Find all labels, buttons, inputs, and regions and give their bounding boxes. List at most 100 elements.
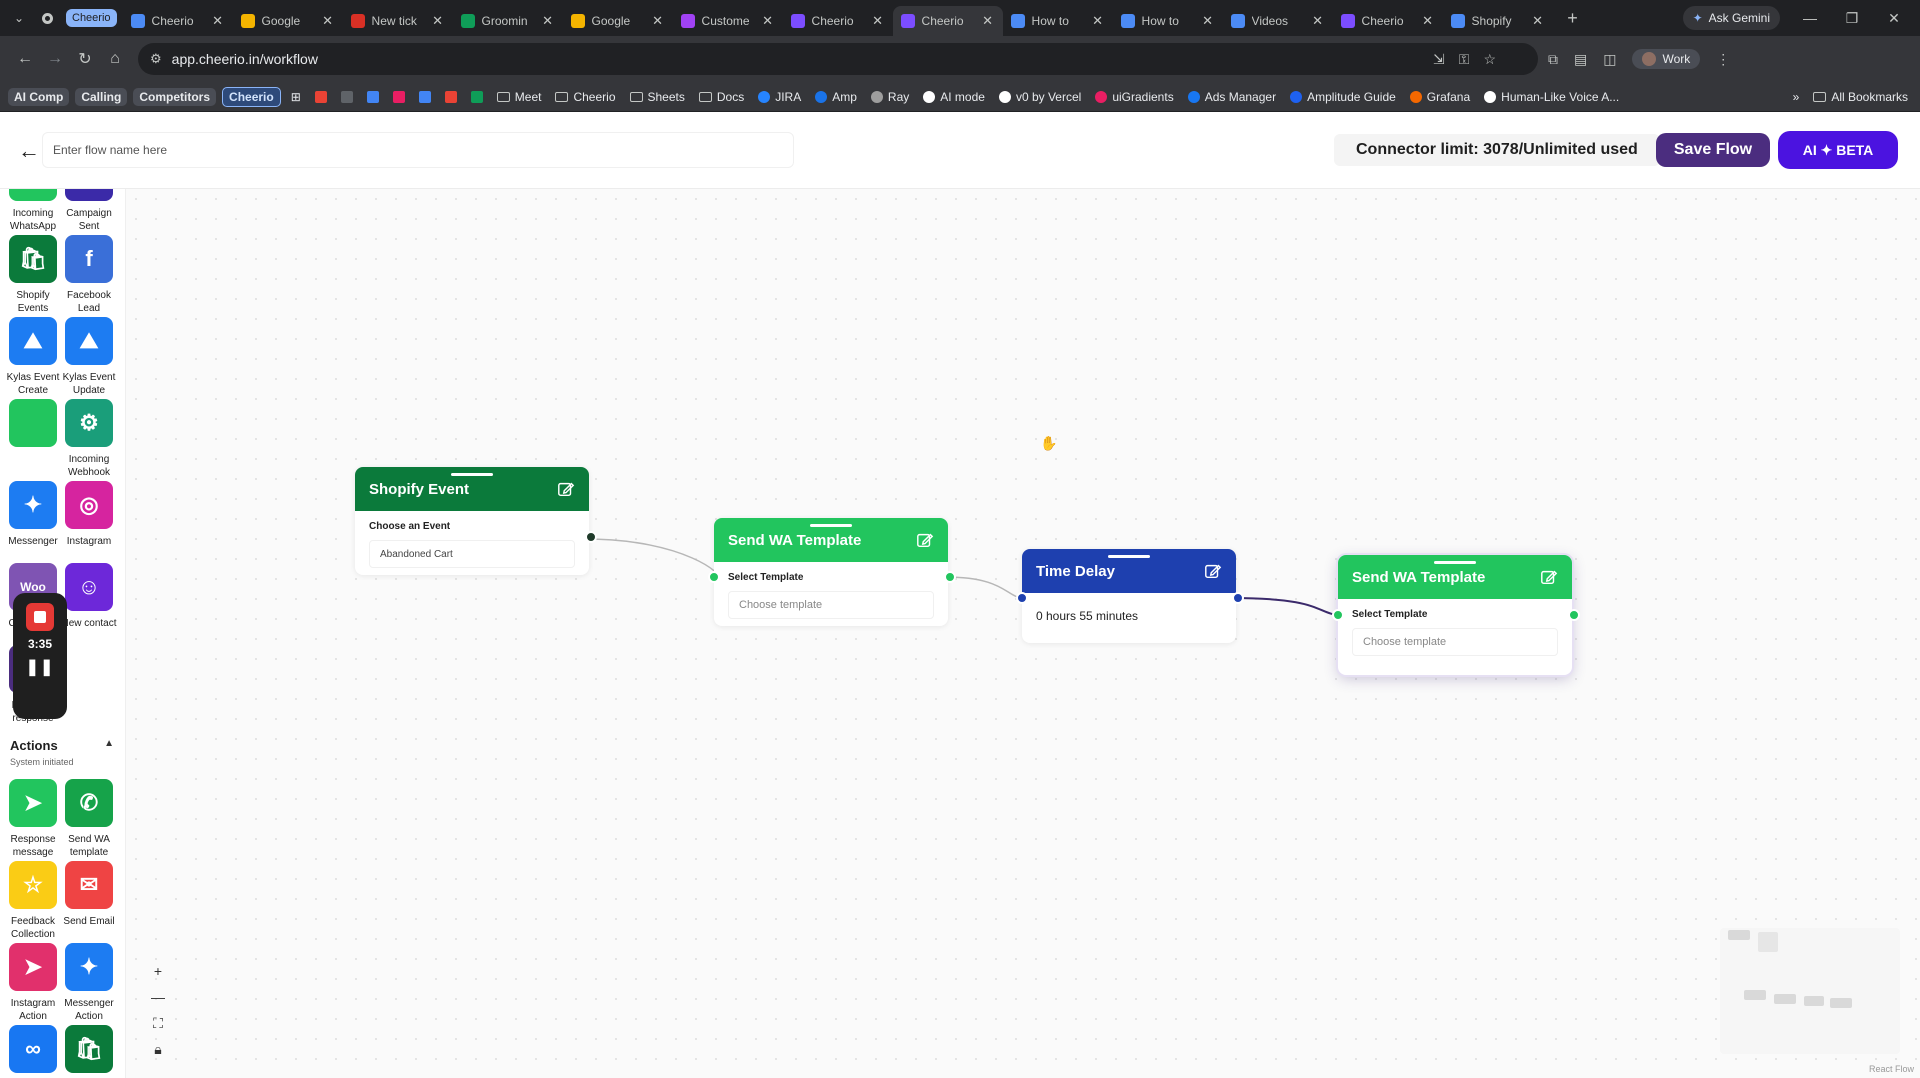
fit-view-icon[interactable]: ⛶ xyxy=(148,1014,168,1032)
react-flow-attribution[interactable]: React Flow xyxy=(1869,1064,1914,1074)
bookmark-link[interactable]: JIRA xyxy=(754,88,805,106)
flow-name-input[interactable]: Enter flow name here xyxy=(42,132,794,168)
bookmark-icon[interactable] xyxy=(337,89,357,105)
browser-tab[interactable]: Cheerio ✕ xyxy=(783,6,893,36)
restore-window-button[interactable]: ❐ xyxy=(1832,0,1872,36)
source-handle[interactable] xyxy=(1232,592,1244,604)
palette-tile[interactable]: ⚙ Incoming Webhook xyxy=(61,399,117,479)
close-tab-icon[interactable]: ✕ xyxy=(1421,13,1435,29)
browser-tab[interactable]: Custome ✕ xyxy=(673,6,783,36)
palette-tile[interactable]: ✉ Send Email xyxy=(61,861,117,928)
palette-tile[interactable]: ☆ Feedback Collection xyxy=(5,861,61,941)
palette-tile[interactable]: ✉ Campaign Sent xyxy=(61,189,117,233)
all-bookmarks-button[interactable]: All Bookmarks xyxy=(1809,88,1912,106)
event-select[interactable]: Abandoned Cart xyxy=(369,540,575,568)
bookmark-link[interactable]: v0 by Vercel xyxy=(995,88,1085,106)
drag-handle[interactable] xyxy=(451,473,493,476)
site-info-icon[interactable]: ⚙ xyxy=(150,51,162,67)
record-icon[interactable] xyxy=(36,7,58,29)
edit-icon[interactable] xyxy=(916,531,934,549)
ask-gemini-button[interactable]: ✦ Ask Gemini xyxy=(1682,6,1780,30)
template-select[interactable]: Choose template xyxy=(728,591,934,619)
palette-tile[interactable]: ✆ Send WA template xyxy=(61,779,117,859)
browser-tab[interactable]: Cheerio ✕ xyxy=(892,6,1003,36)
drag-handle[interactable] xyxy=(1108,555,1150,558)
close-tab-icon[interactable]: ✕ xyxy=(211,13,225,29)
edit-icon[interactable] xyxy=(1204,562,1222,580)
browser-tab[interactable]: How to ✕ xyxy=(1113,6,1223,36)
zoom-in-button[interactable]: + xyxy=(148,962,168,980)
source-handle[interactable] xyxy=(944,571,956,583)
stop-recording-button[interactable] xyxy=(26,603,54,631)
close-tab-icon[interactable]: ✕ xyxy=(1531,13,1545,29)
browser-tab[interactable]: New tick ✕ xyxy=(343,6,453,36)
bookmark-group-chip[interactable]: Competitors xyxy=(133,87,217,106)
palette-tile[interactable] xyxy=(5,399,61,453)
bookmark-icon[interactable] xyxy=(389,89,409,105)
palette-tile[interactable]: ⛰ Kylas Event Create xyxy=(5,317,61,397)
bookmark-link[interactable]: AI mode xyxy=(919,88,989,106)
apps-grid-icon[interactable]: ⊞ xyxy=(287,88,305,106)
split-view-icon[interactable]: ◫ xyxy=(1603,51,1616,68)
browser-tab[interactable]: Shopify ✕ xyxy=(1443,6,1553,36)
drag-handle[interactable] xyxy=(810,524,852,527)
palette-tile[interactable]: ✦ Messenger Action xyxy=(61,943,117,1023)
palette-tile[interactable]: ⛰ Kylas Event Update xyxy=(61,317,117,397)
back-button[interactable]: ← xyxy=(10,44,40,74)
drag-handle[interactable] xyxy=(1434,561,1476,564)
bookmark-folder[interactable]: Sheets xyxy=(626,88,689,106)
minimap[interactable] xyxy=(1720,928,1900,1054)
bookmark-link[interactable]: Ads Manager xyxy=(1184,88,1280,106)
lock-icon[interactable]: 🔒︎ xyxy=(148,1040,168,1058)
close-window-button[interactable]: ✕ xyxy=(1874,0,1914,36)
close-tab-icon[interactable]: ✕ xyxy=(541,13,555,29)
bookmark-link[interactable]: Amplitude Guide xyxy=(1286,88,1400,106)
node-header[interactable]: Send WA Template xyxy=(1338,555,1572,599)
browser-tab[interactable]: Google ✕ xyxy=(563,6,673,36)
bookmark-icon[interactable] xyxy=(441,89,461,105)
close-tab-icon[interactable]: ✕ xyxy=(761,13,775,29)
tab-search-icon[interactable]: ⌄ xyxy=(8,7,30,29)
target-handle[interactable] xyxy=(1016,592,1028,604)
palette-tile[interactable]: ☺ New contact xyxy=(61,563,117,630)
browser-menu-icon[interactable]: ⋮ xyxy=(1716,51,1730,68)
zoom-out-button[interactable]: — xyxy=(148,988,168,1006)
chevron-up-icon[interactable]: ▲ xyxy=(104,738,114,749)
password-key-icon[interactable]: ⚿ xyxy=(1459,51,1470,68)
bookmark-link[interactable]: Grafana xyxy=(1406,88,1474,106)
browser-tab[interactable]: Cheerio ✕ xyxy=(123,6,233,36)
save-flow-button[interactable]: Save Flow xyxy=(1656,133,1770,167)
edit-icon[interactable] xyxy=(557,480,575,498)
ai-beta-button[interactable]: AI ✦ BETA xyxy=(1778,131,1898,169)
bookmark-icon[interactable] xyxy=(415,89,435,105)
edge-delay-to-template[interactable] xyxy=(1231,597,1343,616)
bookmark-star-icon[interactable]: ☆ xyxy=(1483,51,1496,68)
bookmark-link[interactable]: Ray xyxy=(867,88,913,106)
actions-section-header[interactable]: Actions System initiated ▲ xyxy=(10,738,114,767)
bookmark-icon[interactable] xyxy=(311,89,331,105)
home-button[interactable]: ⌂ xyxy=(100,44,130,74)
tab-group-label[interactable]: Cheerio xyxy=(66,9,117,27)
reading-list-icon[interactable]: ▤ xyxy=(1574,51,1587,68)
browser-tab[interactable]: Cheerio ✕ xyxy=(1333,6,1443,36)
palette-tile[interactable]: f Facebook Lead xyxy=(61,235,117,315)
bookmark-folder[interactable]: Meet xyxy=(493,88,546,106)
node-header[interactable]: Time Delay xyxy=(1022,549,1236,593)
edge-template-to-delay[interactable] xyxy=(944,576,1025,599)
source-handle[interactable] xyxy=(585,531,597,543)
palette-tile[interactable]: ✦ Messenger xyxy=(5,481,61,548)
palette-tile[interactable]: 🛍︎ Shopify Events xyxy=(5,235,61,315)
target-handle[interactable] xyxy=(1332,609,1344,621)
target-handle[interactable] xyxy=(708,571,720,583)
address-bar[interactable]: ⚙ app.cheerio.in/workflow ⇲ ⚿ ☆ xyxy=(138,43,1538,75)
bookmark-group-chip[interactable]: Calling xyxy=(75,87,128,106)
palette-tile[interactable]: ∞ xyxy=(5,1025,61,1078)
send-wa-template-node[interactable]: Send WA Template Select Template Choose … xyxy=(708,518,956,626)
palette-tile[interactable]: ◎ Instagram xyxy=(61,481,117,548)
close-tab-icon[interactable]: ✕ xyxy=(981,13,995,29)
browser-tab[interactable]: Videos ✕ xyxy=(1223,6,1333,36)
back-arrow-icon[interactable]: ← xyxy=(18,138,40,164)
close-tab-icon[interactable]: ✕ xyxy=(1311,13,1325,29)
forward-button[interactable]: → xyxy=(40,44,70,74)
pause-recording-button[interactable]: ❚❚ xyxy=(26,657,55,677)
